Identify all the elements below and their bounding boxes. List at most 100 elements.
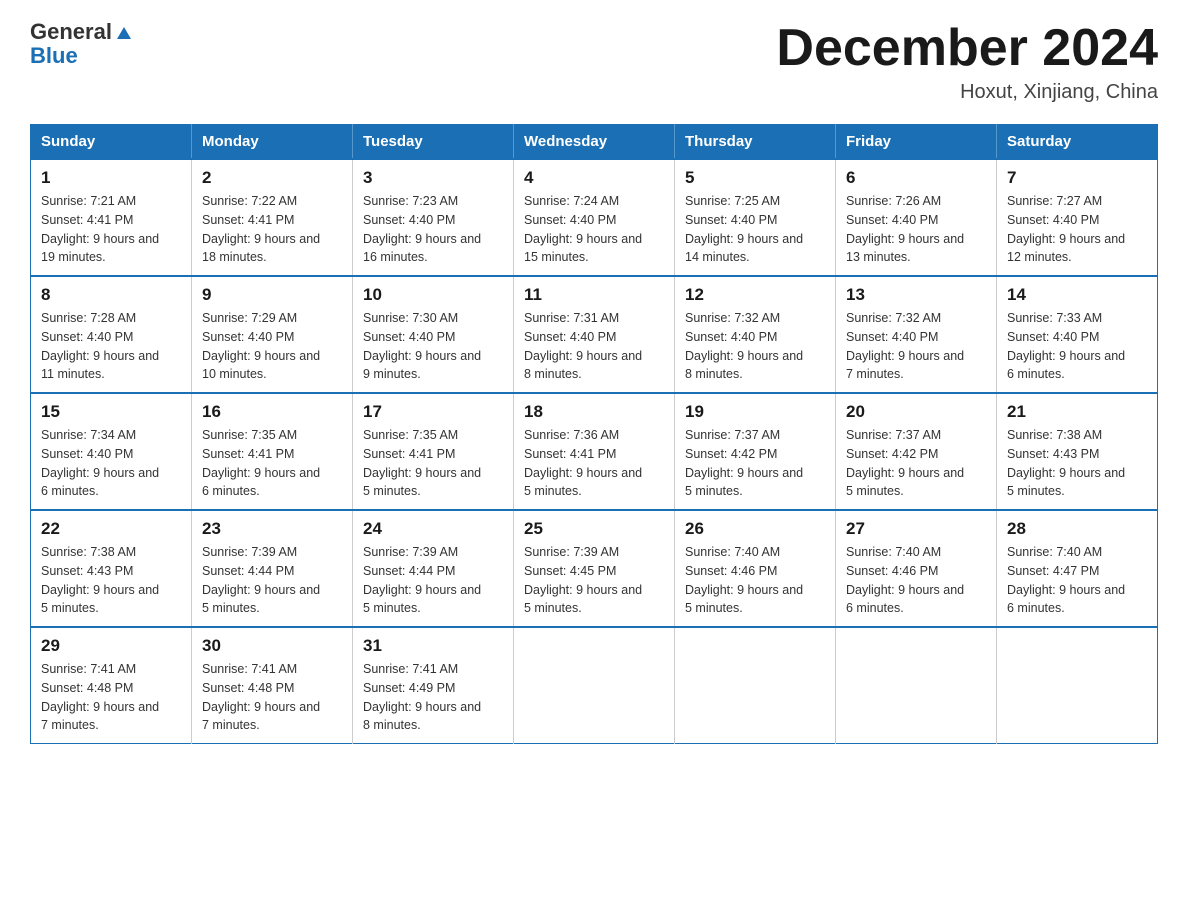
day-number: 8 — [41, 285, 181, 305]
day-info: Sunrise: 7:24 AMSunset: 4:40 PMDaylight:… — [524, 192, 664, 267]
day-info: Sunrise: 7:38 AMSunset: 4:43 PMDaylight:… — [41, 543, 181, 618]
day-number: 12 — [685, 285, 825, 305]
calendar-header-friday: Friday — [836, 125, 997, 160]
calendar-cell: 17 Sunrise: 7:35 AMSunset: 4:41 PMDayligh… — [353, 393, 514, 510]
day-info: Sunrise: 7:41 AMSunset: 4:48 PMDaylight:… — [202, 660, 342, 735]
day-number: 27 — [846, 519, 986, 539]
calendar-cell — [514, 627, 675, 744]
day-number: 1 — [41, 168, 181, 188]
calendar-cell: 2 Sunrise: 7:22 AMSunset: 4:41 PMDaylight… — [192, 159, 353, 276]
calendar-cell: 28 Sunrise: 7:40 AMSunset: 4:47 PMDayligh… — [997, 510, 1158, 627]
day-info: Sunrise: 7:23 AMSunset: 4:40 PMDaylight:… — [363, 192, 503, 267]
calendar-cell: 25 Sunrise: 7:39 AMSunset: 4:45 PMDayligh… — [514, 510, 675, 627]
calendar-cell: 11Sunrise: 7:31 AMSunset: 4:40 PMDayligh… — [514, 276, 675, 393]
logo-triangle-icon — [113, 21, 135, 43]
calendar-cell: 15Sunrise: 7:34 AMSunset: 4:40 PMDayligh… — [31, 393, 192, 510]
calendar-cell: 18 Sunrise: 7:36 AMSunset: 4:41 PMDayligh… — [514, 393, 675, 510]
day-info: Sunrise: 7:34 AMSunset: 4:40 PMDaylight:… — [41, 426, 181, 501]
day-number: 30 — [202, 636, 342, 656]
day-info: Sunrise: 7:32 AMSunset: 4:40 PMDaylight:… — [685, 309, 825, 384]
calendar-cell: 19 Sunrise: 7:37 AMSunset: 4:42 PMDayligh… — [675, 393, 836, 510]
day-number: 20 — [846, 402, 986, 422]
calendar-week-row: 22Sunrise: 7:38 AMSunset: 4:43 PMDayligh… — [31, 510, 1158, 627]
day-number: 25 — [524, 519, 664, 539]
calendar-cell: 16 Sunrise: 7:35 AMSunset: 4:41 PMDayligh… — [192, 393, 353, 510]
calendar-header-row: SundayMondayTuesdayWednesdayThursdayFrid… — [31, 125, 1158, 160]
day-info: Sunrise: 7:29 AMSunset: 4:40 PMDaylight:… — [202, 309, 342, 384]
day-info: Sunrise: 7:35 AMSunset: 4:41 PMDaylight:… — [363, 426, 503, 501]
day-info: Sunrise: 7:40 AMSunset: 4:47 PMDaylight:… — [1007, 543, 1147, 618]
day-info: Sunrise: 7:36 AMSunset: 4:41 PMDaylight:… — [524, 426, 664, 501]
day-number: 21 — [1007, 402, 1147, 422]
day-info: Sunrise: 7:41 AMSunset: 4:49 PMDaylight:… — [363, 660, 503, 735]
calendar-cell: 31 Sunrise: 7:41 AMSunset: 4:49 PMDayligh… — [353, 627, 514, 744]
day-number: 5 — [685, 168, 825, 188]
calendar-cell: 27 Sunrise: 7:40 AMSunset: 4:46 PMDayligh… — [836, 510, 997, 627]
page-header: General Blue December 2024 Hoxut, Xinjia… — [30, 20, 1158, 104]
calendar-week-row: 15Sunrise: 7:34 AMSunset: 4:40 PMDayligh… — [31, 393, 1158, 510]
day-info: Sunrise: 7:21 AMSunset: 4:41 PMDaylight:… — [41, 192, 181, 267]
logo: General Blue — [30, 20, 135, 68]
day-number: 2 — [202, 168, 342, 188]
day-number: 6 — [846, 168, 986, 188]
logo-general-text: General — [30, 20, 112, 44]
calendar-week-row: 29 Sunrise: 7:41 AMSunset: 4:48 PMDayligh… — [31, 627, 1158, 744]
day-number: 28 — [1007, 519, 1147, 539]
calendar-cell — [836, 627, 997, 744]
logo-blue-text: Blue — [30, 43, 78, 68]
day-info: Sunrise: 7:40 AMSunset: 4:46 PMDaylight:… — [685, 543, 825, 618]
calendar-cell: 3 Sunrise: 7:23 AMSunset: 4:40 PMDaylight… — [353, 159, 514, 276]
calendar-cell — [675, 627, 836, 744]
calendar-week-row: 1 Sunrise: 7:21 AMSunset: 4:41 PMDaylight… — [31, 159, 1158, 276]
day-number: 24 — [363, 519, 503, 539]
day-info: Sunrise: 7:37 AMSunset: 4:42 PMDaylight:… — [846, 426, 986, 501]
day-info: Sunrise: 7:30 AMSunset: 4:40 PMDaylight:… — [363, 309, 503, 384]
calendar-week-row: 8 Sunrise: 7:28 AMSunset: 4:40 PMDaylight… — [31, 276, 1158, 393]
calendar-cell: 5 Sunrise: 7:25 AMSunset: 4:40 PMDaylight… — [675, 159, 836, 276]
calendar-header-tuesday: Tuesday — [353, 125, 514, 160]
calendar-cell: 22Sunrise: 7:38 AMSunset: 4:43 PMDayligh… — [31, 510, 192, 627]
calendar-cell: 21 Sunrise: 7:38 AMSunset: 4:43 PMDayligh… — [997, 393, 1158, 510]
day-info: Sunrise: 7:37 AMSunset: 4:42 PMDaylight:… — [685, 426, 825, 501]
calendar-header-thursday: Thursday — [675, 125, 836, 160]
calendar-cell: 26 Sunrise: 7:40 AMSunset: 4:46 PMDayligh… — [675, 510, 836, 627]
day-number: 10 — [363, 285, 503, 305]
calendar-cell: 7Sunrise: 7:27 AMSunset: 4:40 PMDaylight… — [997, 159, 1158, 276]
day-number: 19 — [685, 402, 825, 422]
day-number: 18 — [524, 402, 664, 422]
day-info: Sunrise: 7:39 AMSunset: 4:44 PMDaylight:… — [202, 543, 342, 618]
day-info: Sunrise: 7:26 AMSunset: 4:40 PMDaylight:… — [846, 192, 986, 267]
calendar-header-saturday: Saturday — [997, 125, 1158, 160]
day-number: 29 — [41, 636, 181, 656]
calendar-header-monday: Monday — [192, 125, 353, 160]
calendar-cell: 13Sunrise: 7:32 AMSunset: 4:40 PMDayligh… — [836, 276, 997, 393]
calendar-cell: 8 Sunrise: 7:28 AMSunset: 4:40 PMDaylight… — [31, 276, 192, 393]
day-number: 9 — [202, 285, 342, 305]
calendar-cell: 12 Sunrise: 7:32 AMSunset: 4:40 PMDayligh… — [675, 276, 836, 393]
calendar-cell: 29 Sunrise: 7:41 AMSunset: 4:48 PMDayligh… — [31, 627, 192, 744]
day-number: 17 — [363, 402, 503, 422]
day-number: 23 — [202, 519, 342, 539]
day-info: Sunrise: 7:38 AMSunset: 4:43 PMDaylight:… — [1007, 426, 1147, 501]
calendar-cell: 30 Sunrise: 7:41 AMSunset: 4:48 PMDayligh… — [192, 627, 353, 744]
calendar-cell: 9 Sunrise: 7:29 AMSunset: 4:40 PMDaylight… — [192, 276, 353, 393]
day-info: Sunrise: 7:41 AMSunset: 4:48 PMDaylight:… — [41, 660, 181, 735]
day-info: Sunrise: 7:35 AMSunset: 4:41 PMDaylight:… — [202, 426, 342, 501]
day-number: 16 — [202, 402, 342, 422]
calendar-cell: 4Sunrise: 7:24 AMSunset: 4:40 PMDaylight… — [514, 159, 675, 276]
day-info: Sunrise: 7:22 AMSunset: 4:41 PMDaylight:… — [202, 192, 342, 267]
day-number: 3 — [363, 168, 503, 188]
title-block: December 2024 Hoxut, Xinjiang, China — [776, 20, 1158, 104]
day-info: Sunrise: 7:28 AMSunset: 4:40 PMDaylight:… — [41, 309, 181, 384]
day-info: Sunrise: 7:39 AMSunset: 4:45 PMDaylight:… — [524, 543, 664, 618]
calendar-cell — [997, 627, 1158, 744]
day-info: Sunrise: 7:33 AMSunset: 4:40 PMDaylight:… — [1007, 309, 1147, 384]
day-number: 13 — [846, 285, 986, 305]
day-info: Sunrise: 7:25 AMSunset: 4:40 PMDaylight:… — [685, 192, 825, 267]
calendar-table: SundayMondayTuesdayWednesdayThursdayFrid… — [30, 124, 1158, 744]
page-title: December 2024 — [776, 20, 1158, 77]
calendar-header-sunday: Sunday — [31, 125, 192, 160]
day-number: 26 — [685, 519, 825, 539]
day-number: 31 — [363, 636, 503, 656]
day-info: Sunrise: 7:40 AMSunset: 4:46 PMDaylight:… — [846, 543, 986, 618]
